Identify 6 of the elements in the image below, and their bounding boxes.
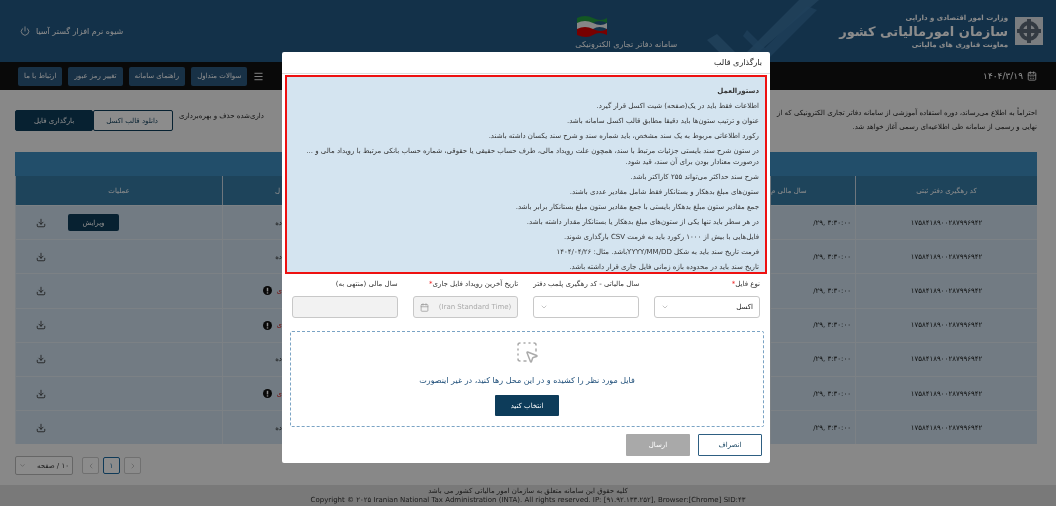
drop-zone-text: فایل مورد نظر را کشیده و در این محل رها کنید، در غیر اینصورت [419,376,635,385]
system-name: سامانه دفاتر تجاری الکترونیکی [575,39,678,49]
current-date: ۱۴۰۴/۳/۱۹ [983,71,1023,81]
organization-title: سازمان امورمالیاتی کشور [839,23,1008,39]
company-name: شیوه نرم افزار گستر آسیا [36,26,124,36]
dialog-title: بارگذاری قالب [714,58,762,67]
